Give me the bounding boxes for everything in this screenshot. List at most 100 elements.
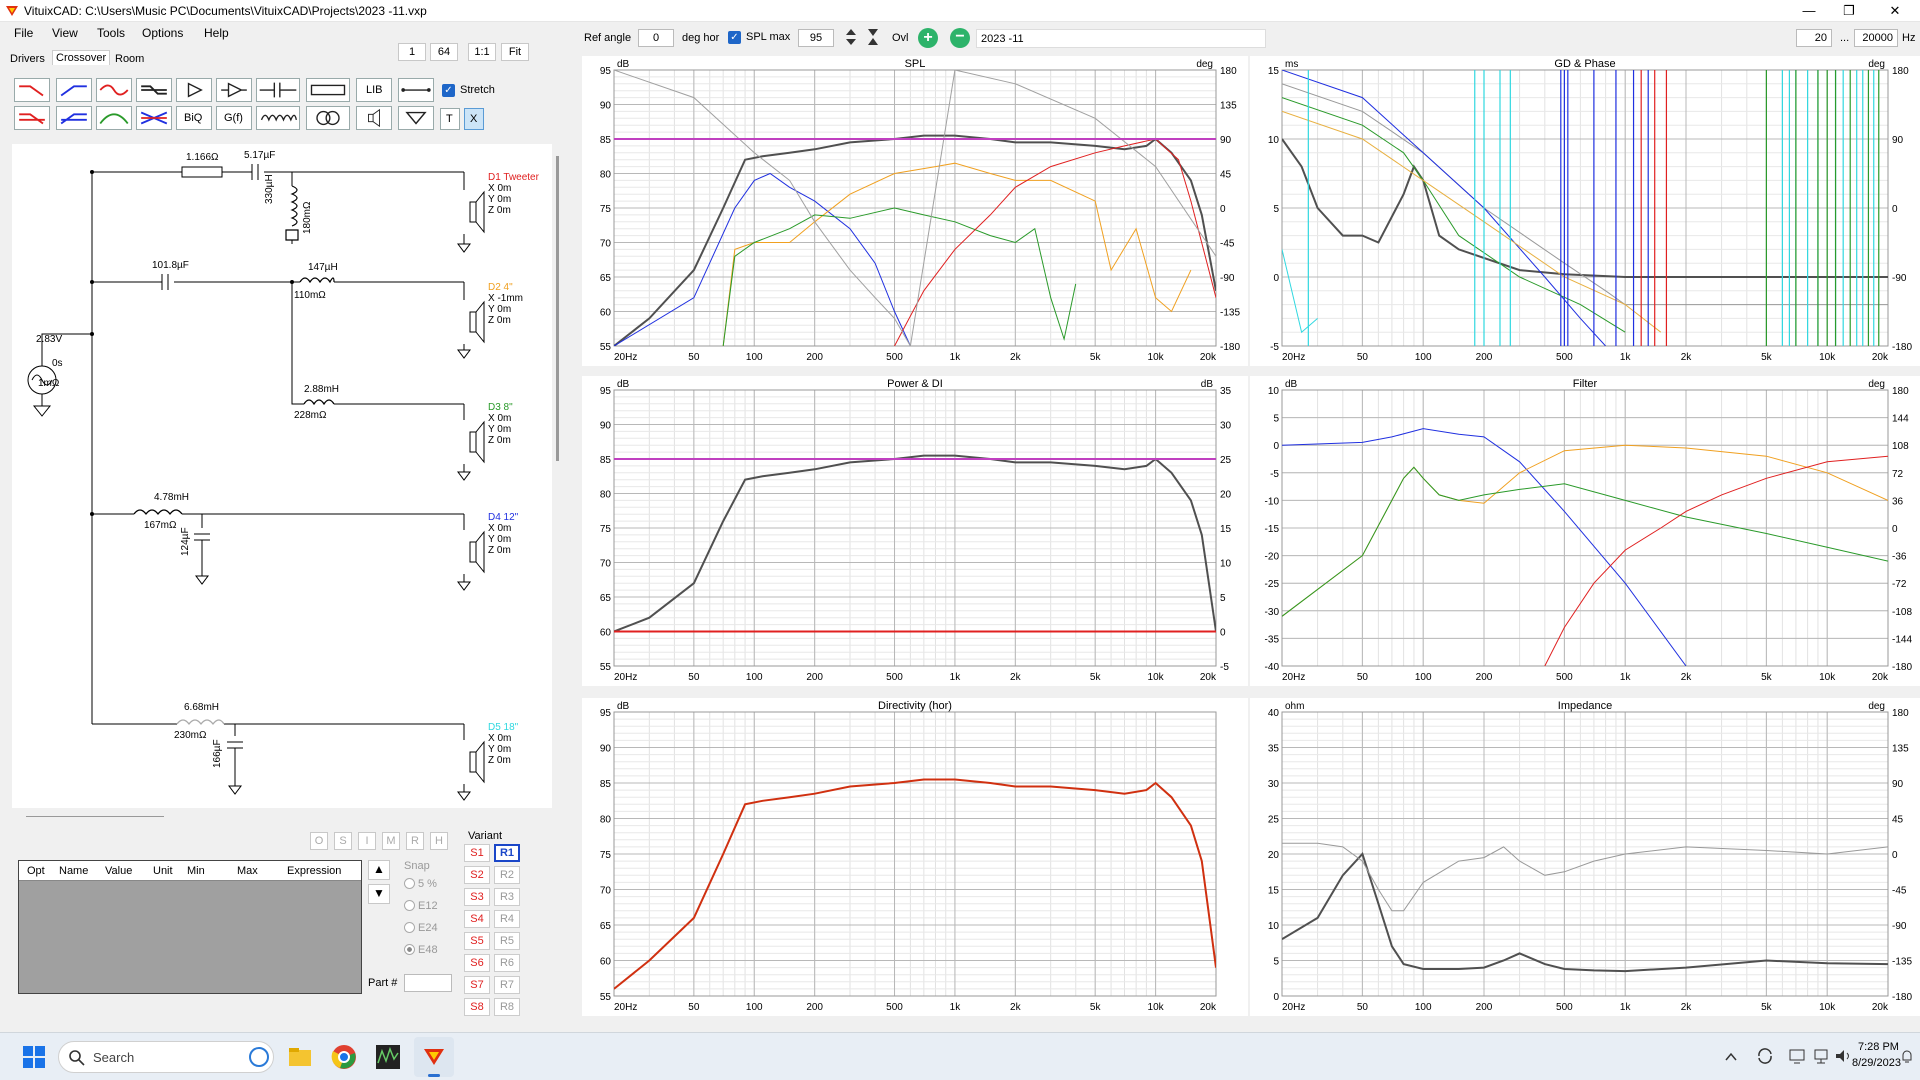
tab-drivers[interactable]: Drivers: [10, 53, 45, 65]
capacitor-c4-label[interactable]: 124µF: [180, 527, 191, 556]
zoom-1-button[interactable]: 1: [398, 43, 426, 61]
source-delay-label[interactable]: 0s: [52, 358, 63, 369]
variant-s1-button[interactable]: S1: [464, 844, 490, 862]
variant-s6-button[interactable]: S6: [464, 954, 490, 972]
variant-r2-button[interactable]: R2: [494, 866, 520, 884]
stretch-checkbox[interactable]: ✓: [442, 84, 455, 97]
variant-s2-button[interactable]: S2: [464, 866, 490, 884]
flag-i-button[interactable]: I: [358, 832, 376, 850]
driver-d3-label[interactable]: D3 8" X 0m Y 0m Z 0m: [488, 402, 513, 446]
ground-tool[interactable]: [398, 106, 434, 130]
notification-icon[interactable]: [1900, 1047, 1914, 1065]
spl-chart-panel[interactable]: SPL dB deg 95 90 85 80 75 70 65 60 55 180 135 90 45 0 -45…: [582, 56, 1248, 366]
directivity-chart-panel[interactable]: Directivity (hor) dB 95 90 85 80 75 70 65 60 55 20H…: [582, 698, 1248, 1016]
tab-crossover[interactable]: Crossover: [52, 50, 111, 65]
menu-help[interactable]: Help: [204, 26, 229, 40]
clock-date[interactable]: 8/29/2023: [1852, 1057, 1901, 1069]
variant-s4-button[interactable]: S4: [464, 910, 490, 928]
variant-r1-button[interactable]: R1: [494, 844, 520, 862]
inductor-l2-resistance-label[interactable]: 110mΩ: [294, 290, 326, 301]
capacitor-c5-label[interactable]: 166µF: [212, 739, 223, 768]
remove-overlay-icon[interactable]: −: [950, 28, 970, 48]
variant-r8-button[interactable]: R8: [494, 998, 520, 1016]
variant-s5-button[interactable]: S5: [464, 932, 490, 950]
col-unit[interactable]: Unit: [153, 865, 173, 877]
sync-icon[interactable]: [1756, 1047, 1774, 1065]
col-name[interactable]: Name: [59, 865, 88, 877]
driver-d5-label[interactable]: D5 18" X 0m Y 0m Z 0m: [488, 722, 518, 766]
inductor-l4-resistance-label[interactable]: 167mΩ: [144, 520, 177, 531]
zoom-1to1-button[interactable]: 1:1: [468, 43, 496, 61]
display-icon[interactable]: [1788, 1047, 1808, 1065]
windows-start-icon[interactable]: [20, 1043, 48, 1071]
spl-swap-icon[interactable]: [866, 27, 880, 47]
snap-e12-option[interactable]: E12: [404, 900, 438, 912]
variant-s3-button[interactable]: S3: [464, 888, 490, 906]
biquad-tool[interactable]: BiQ: [176, 106, 212, 130]
snap-e48-option[interactable]: E48: [404, 944, 438, 956]
move-down-button[interactable]: ▼: [368, 884, 390, 904]
maximize-button[interactable]: ❐: [1826, 0, 1872, 22]
source-resistance-label[interactable]: 1mΩ: [38, 378, 59, 389]
variant-r7-button[interactable]: R7: [494, 976, 520, 994]
flag-r-button[interactable]: R: [406, 832, 424, 850]
snap-5pct-radio[interactable]: [404, 878, 415, 889]
transfer-function-tool[interactable]: G(f): [216, 106, 252, 130]
allpass-tool[interactable]: [136, 106, 172, 130]
driver-d1-label[interactable]: D1 Tweeter X 0m Y 0m Z 0m: [488, 172, 539, 216]
zoom-fit-button[interactable]: Fit: [501, 43, 529, 61]
col-opt[interactable]: Opt: [27, 865, 45, 877]
driver-d4-label[interactable]: D4 12" X 0m Y 0m Z 0m: [488, 512, 518, 556]
variant-r3-button[interactable]: R3: [494, 888, 520, 906]
tab-room[interactable]: Room: [115, 53, 144, 65]
flag-h-button[interactable]: H: [430, 832, 448, 850]
snap-e24-radio[interactable]: [404, 922, 415, 933]
highpass-1st-tool[interactable]: [56, 78, 92, 102]
inductor-l1-label[interactable]: 330µH: [264, 174, 275, 204]
variant-r4-button[interactable]: R4: [494, 910, 520, 928]
inductor-l3-resistance-label[interactable]: 228mΩ: [294, 410, 327, 421]
variant-s8-button[interactable]: S8: [464, 998, 490, 1016]
move-up-button[interactable]: ▲: [368, 860, 390, 880]
schematic-scrollbar[interactable]: [556, 156, 559, 461]
flag-m-button[interactable]: M: [382, 832, 400, 850]
freq-max-input[interactable]: [1854, 29, 1898, 47]
inductor-tool[interactable]: [256, 106, 300, 130]
peaking-tool[interactable]: [96, 106, 132, 130]
bing-icon[interactable]: [249, 1047, 269, 1067]
gd-phase-chart-panel[interactable]: GD & Phase ms deg 15 10 5 0 -5 180 90 0 -90 -180 20Hz…: [1250, 56, 1920, 366]
inductor-l2-label[interactable]: 147µH: [308, 262, 338, 273]
add-overlay-icon[interactable]: +: [918, 28, 938, 48]
schematic-canvas[interactable]: 1.166Ω 5.17µF 330µH 180mΩ 101.8µF 147µH …: [12, 144, 552, 808]
driver-d2-label[interactable]: D2 4" X -1mm Y 0m Z 0m: [488, 282, 523, 326]
chevron-up-icon[interactable]: [1724, 1051, 1738, 1063]
flag-s-button[interactable]: S: [334, 832, 352, 850]
network-icon[interactable]: [1812, 1047, 1830, 1065]
inductor-l4-label[interactable]: 4.78mH: [154, 492, 189, 503]
clock-time[interactable]: 7:28 PM: [1858, 1041, 1899, 1053]
freq-min-input[interactable]: [1796, 29, 1832, 47]
taskbar-search-box[interactable]: Search: [58, 1041, 274, 1073]
highpass-2nd-tool[interactable]: [56, 106, 92, 130]
spl-spinner-icon[interactable]: [844, 27, 858, 47]
menu-view[interactable]: View: [52, 26, 78, 40]
shelf-tool[interactable]: [136, 78, 172, 102]
capacitor-c1-label[interactable]: 5.17µF: [244, 150, 275, 161]
flag-o-button[interactable]: O: [310, 832, 328, 850]
close-button[interactable]: ✕: [1872, 0, 1918, 22]
variant-s7-button[interactable]: S7: [464, 976, 490, 994]
spl-max-input[interactable]: [798, 29, 834, 47]
overlay-select[interactable]: 2023 -11: [976, 29, 1266, 48]
chrome-icon[interactable]: [330, 1043, 358, 1071]
capacitor-tool[interactable]: [256, 78, 300, 102]
capacitor-c2-label[interactable]: 101.8µF: [152, 260, 189, 271]
schematic-hscroll[interactable]: [26, 816, 164, 817]
col-expression[interactable]: Expression: [287, 865, 341, 877]
variant-r6-button[interactable]: R6: [494, 954, 520, 972]
parameter-table[interactable]: Opt Name Value Unit Min Max Expression: [18, 860, 362, 994]
menu-tools[interactable]: Tools: [97, 26, 125, 40]
variant-r5-button[interactable]: R5: [494, 932, 520, 950]
resistor-tool[interactable]: [306, 78, 350, 102]
inductor-l5-label[interactable]: 6.68mH: [184, 702, 219, 713]
amplifier-tool[interactable]: [216, 78, 252, 102]
